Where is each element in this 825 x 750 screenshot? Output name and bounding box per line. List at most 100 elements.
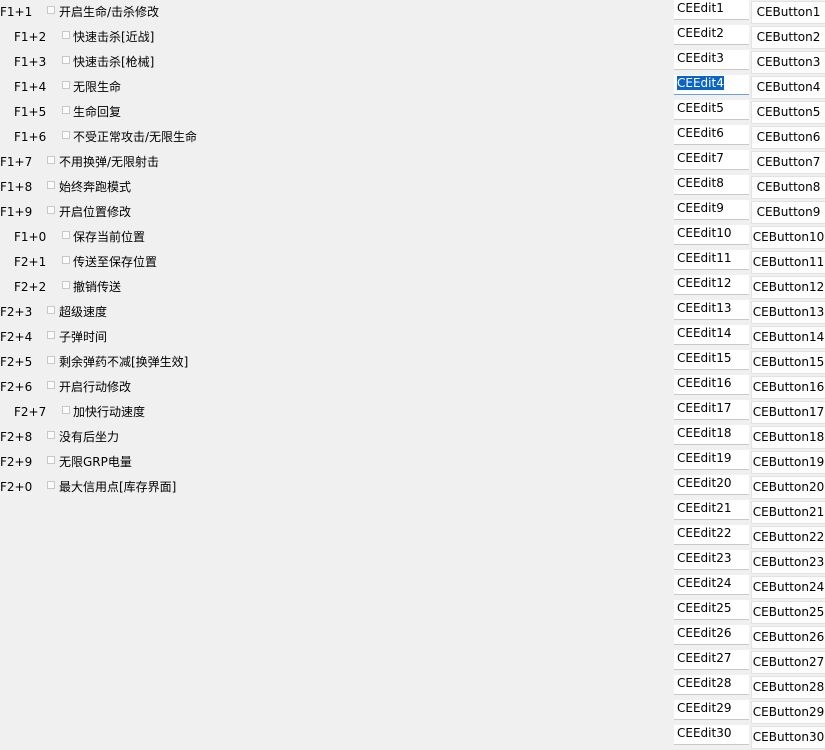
cheat-checkbox[interactable] [62,406,70,414]
cheat-label: 快速击杀[近战] [73,30,155,44]
cheat-label: 不受正常攻击/无限生命 [73,130,198,144]
ce-edit-text: CEEdit9 [677,201,724,215]
hotkey-label: F2+6 [0,380,33,394]
ce-edit-field[interactable]: CEEdit23 [674,550,749,570]
ce-edit-field[interactable]: CEEdit21 [674,500,749,520]
ce-edit-text: CEEdit29 [677,701,732,715]
cheat-label: 剩余弹药不减[换弹生效] [59,355,189,369]
ce-edit-text: CEEdit27 [677,651,732,665]
ce-edit-field[interactable]: CEEdit19 [674,450,749,470]
cheat-label: 生命回复 [73,105,122,119]
ce-edit-field[interactable]: CEEdit18 [674,425,749,445]
ce-edit-field[interactable]: CEEdit20 [674,475,749,495]
ce-edit-field[interactable]: CEEdit1 [674,0,749,20]
ce-button[interactable]: CEButton18 [751,426,825,449]
ce-button[interactable]: CEButton25 [751,601,825,624]
cheat-checkbox[interactable] [47,356,55,364]
ce-edit-field[interactable]: CEEdit10 [674,225,749,245]
cheat-checkbox[interactable] [47,381,55,389]
ce-edit-text: CEEdit11 [677,251,732,265]
ce-button[interactable]: CEButton3 [751,51,825,74]
cheat-checkbox[interactable] [47,306,55,314]
ce-button[interactable]: CEButton9 [751,201,825,224]
ce-button[interactable]: CEButton11 [751,251,825,274]
ce-button[interactable]: CEButton19 [751,451,825,474]
ce-button[interactable]: CEButton16 [751,376,825,399]
cheat-checkbox[interactable] [47,206,55,214]
cheat-checkbox[interactable] [62,281,70,289]
ce-button[interactable]: CEButton22 [751,526,825,549]
ce-button[interactable]: CEButton13 [751,301,825,324]
cheat-checkbox[interactable] [47,481,55,489]
ce-button[interactable]: CEButton20 [751,476,825,499]
ce-edit-field[interactable]: CEEdit4 [674,75,749,95]
ce-edit-field[interactable]: CEEdit29 [674,700,749,720]
ce-edit-field[interactable]: CEEdit12 [674,275,749,295]
ce-edit-field[interactable]: CEEdit22 [674,525,749,545]
ce-edit-field[interactable]: CEEdit17 [674,400,749,420]
ce-edit-text: CEEdit7 [677,151,724,165]
cheat-checkbox[interactable] [62,56,70,64]
ce-button[interactable]: CEButton1 [751,1,825,24]
ce-edit-field[interactable]: CEEdit26 [674,625,749,645]
ce-edit-field[interactable]: CEEdit3 [674,50,749,70]
ce-edit-text: CEEdit22 [677,526,732,540]
cheat-checkbox[interactable] [62,256,70,264]
ce-button[interactable]: CEButton17 [751,401,825,424]
cheat-checkbox[interactable] [47,181,55,189]
cheat-checkbox[interactable] [62,106,70,114]
ce-button[interactable]: CEButton8 [751,176,825,199]
ce-edit-field[interactable]: CEEdit6 [674,125,749,145]
ce-edit-text: CEEdit16 [677,376,732,390]
cheat-checkbox[interactable] [47,456,55,464]
cheat-checkbox[interactable] [47,331,55,339]
ce-edit-field[interactable]: CEEdit5 [674,100,749,120]
ce-edit-text: CEEdit5 [677,101,724,115]
hotkey-label: F2+7 [14,405,47,419]
ce-button[interactable]: CEButton6 [751,126,825,149]
ce-edit-text: CEEdit4 [677,76,724,90]
ce-button[interactable]: CEButton15 [751,351,825,374]
cheat-checkbox[interactable] [47,431,55,439]
ce-edit-field[interactable]: CEEdit2 [674,25,749,45]
ce-edit-field[interactable]: CEEdit30 [674,725,749,745]
hotkey-label: F1+4 [14,80,47,94]
ce-button[interactable]: CEButton5 [751,101,825,124]
cheat-checkbox[interactable] [62,31,70,39]
ce-edit-field[interactable]: CEEdit14 [674,325,749,345]
ce-button[interactable]: CEButton21 [751,501,825,524]
ce-button[interactable]: CEButton27 [751,651,825,674]
ce-button[interactable]: CEButton14 [751,326,825,349]
ce-button[interactable]: CEButton29 [751,701,825,724]
ce-edit-field[interactable]: CEEdit16 [674,375,749,395]
ce-edit-field[interactable]: CEEdit15 [674,350,749,370]
ce-edit-field[interactable]: CEEdit8 [674,175,749,195]
ce-edit-field[interactable]: CEEdit9 [674,200,749,220]
ce-edit-field[interactable]: CEEdit7 [674,150,749,170]
cheat-checkbox[interactable] [47,156,55,164]
ce-button[interactable]: CEButton7 [751,151,825,174]
cheat-checkbox[interactable] [62,231,70,239]
ce-button[interactable]: CEButton12 [751,276,825,299]
ce-button[interactable]: CEButton2 [751,26,825,49]
ce-button[interactable]: CEButton30 [751,726,825,749]
ce-button[interactable]: CEButton28 [751,676,825,699]
ce-edit-field[interactable]: CEEdit11 [674,250,749,270]
ce-button[interactable]: CEButton24 [751,576,825,599]
ce-edit-field[interactable]: CEEdit13 [674,300,749,320]
ce-button[interactable]: CEButton4 [751,76,825,99]
hotkey-label: F1+3 [14,55,47,69]
cheat-label: 始终奔跑模式 [59,180,132,194]
ce-edit-text: CEEdit10 [677,226,732,240]
ce-button[interactable]: CEButton26 [751,626,825,649]
ce-edit-field[interactable]: CEEdit28 [674,675,749,695]
ce-edit-field[interactable]: CEEdit25 [674,600,749,620]
ce-button[interactable]: CEButton10 [751,226,825,249]
cheat-checkbox[interactable] [62,131,70,139]
hotkey-label: F2+0 [0,480,33,494]
ce-button[interactable]: CEButton23 [751,551,825,574]
ce-edit-field[interactable]: CEEdit24 [674,575,749,595]
ce-edit-field[interactable]: CEEdit27 [674,650,749,670]
cheat-checkbox[interactable] [47,6,55,14]
cheat-checkbox[interactable] [62,81,70,89]
